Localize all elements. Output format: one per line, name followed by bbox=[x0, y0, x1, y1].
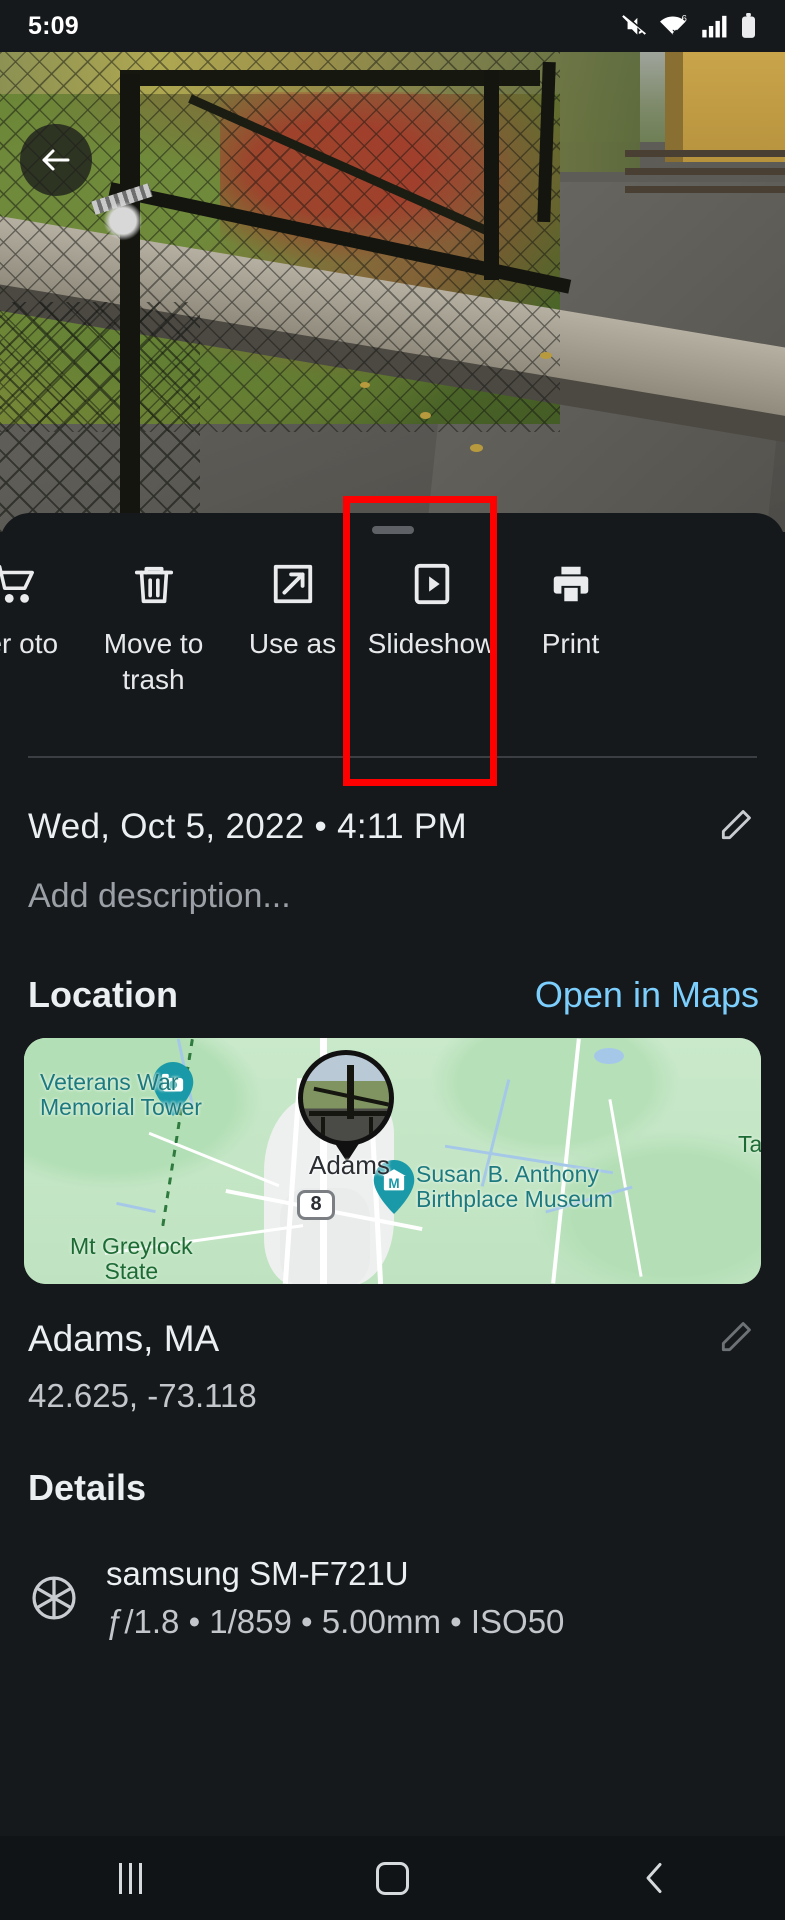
status-bar: 5:09 6 bbox=[0, 0, 785, 52]
photo-image bbox=[0, 52, 785, 532]
location-title: Location bbox=[28, 973, 178, 1015]
open-in-maps-link[interactable]: Open in Maps bbox=[535, 974, 759, 1016]
back-button[interactable] bbox=[20, 124, 92, 196]
status-clock: 5:09 bbox=[28, 11, 79, 40]
action-label: Use as bbox=[248, 628, 337, 659]
print-icon bbox=[548, 556, 594, 612]
recents-button[interactable] bbox=[71, 1836, 191, 1920]
photo-viewer[interactable] bbox=[0, 52, 785, 532]
action-row: der oto Move to trash Use as bbox=[0, 496, 785, 786]
trash-icon bbox=[131, 556, 177, 612]
camera-details-row[interactable]: samsung SM-F721U ƒ/1.8 • 1/859 • 5.00mm … bbox=[0, 1509, 785, 1641]
coordinates: 42.625, -73.118 bbox=[28, 1376, 257, 1414]
home-icon bbox=[375, 1861, 409, 1895]
edit-location-button[interactable] bbox=[717, 1318, 755, 1361]
system-navigation-bar bbox=[0, 1836, 785, 1920]
home-button[interactable] bbox=[332, 1836, 452, 1920]
slideshow-icon bbox=[409, 556, 455, 612]
action-move-to-trash[interactable]: Move to trash bbox=[84, 556, 223, 698]
action-order-photo[interactable]: der oto bbox=[0, 556, 84, 662]
description-input[interactable]: Add description... bbox=[0, 849, 785, 916]
camera-model: samsung SM-F721U bbox=[106, 1554, 409, 1592]
veterans-tower-label: Veterans War Memorial Tower bbox=[40, 1068, 202, 1121]
museum-label: Susan B. Anthony Birthplace Museum bbox=[416, 1160, 613, 1213]
details-bottom-sheet: der oto Move to trash Use as bbox=[0, 496, 785, 1920]
map-clipped-label: Ta bbox=[738, 1130, 761, 1157]
recents-icon bbox=[119, 1862, 143, 1894]
park-label: Mt Greylock State bbox=[70, 1232, 193, 1284]
pencil-icon bbox=[721, 809, 751, 839]
use-as-icon bbox=[270, 556, 316, 612]
phone-screen: 5:09 6 r oto Move to trash Use as Slides… bbox=[0, 0, 785, 1920]
signal-bars-icon bbox=[702, 15, 727, 38]
location-map[interactable]: Veterans War Memorial Tower M Susan B. A… bbox=[24, 1037, 761, 1284]
pencil-icon bbox=[721, 1321, 751, 1351]
place-name: Adams, MA bbox=[28, 1318, 220, 1360]
action-label: Move to trash bbox=[103, 628, 204, 695]
action-use-as[interactable]: Use as bbox=[223, 556, 362, 662]
location-header: Location Open in Maps bbox=[0, 916, 785, 1016]
back-arrow-icon bbox=[42, 149, 70, 171]
status-icon-group: 6 bbox=[619, 13, 757, 39]
action-label: Slideshow bbox=[367, 628, 496, 659]
svg-text:M: M bbox=[388, 1176, 399, 1191]
mute-icon bbox=[622, 15, 646, 35]
action-slideshow[interactable]: Slideshow bbox=[362, 556, 501, 662]
city-label: Adams bbox=[309, 1149, 390, 1180]
camera-exif: ƒ/1.8 • 1/859 • 5.00mm • ISO50 bbox=[106, 1602, 565, 1640]
back-button-nav[interactable] bbox=[594, 1836, 714, 1920]
aperture-icon bbox=[32, 1576, 76, 1620]
wifi-6-icon: 6 bbox=[660, 13, 687, 35]
datetime-row: Wed, Oct 5, 2022 • 4:11 PM bbox=[0, 758, 785, 849]
edit-datetime-button[interactable] bbox=[717, 806, 755, 849]
back-chevron-icon bbox=[646, 1863, 662, 1893]
place-row: Adams, MA bbox=[0, 1284, 785, 1361]
sheet-drag-handle[interactable] bbox=[371, 526, 414, 534]
highway-shield-8: 8 bbox=[297, 1189, 335, 1220]
order-photo-cart-icon bbox=[0, 556, 38, 612]
photo-location-marker bbox=[298, 1049, 394, 1146]
details-title: Details bbox=[28, 1466, 147, 1508]
action-print[interactable]: Print bbox=[501, 556, 640, 662]
battery-icon bbox=[742, 13, 755, 38]
svg-text:6: 6 bbox=[682, 13, 687, 24]
action-label: Print bbox=[541, 628, 600, 659]
camera-details-text: samsung SM-F721U ƒ/1.8 • 1/859 • 5.00mm … bbox=[106, 1555, 564, 1641]
photo-datetime: Wed, Oct 5, 2022 • 4:11 PM bbox=[28, 807, 467, 847]
action-label: der oto bbox=[0, 628, 59, 659]
